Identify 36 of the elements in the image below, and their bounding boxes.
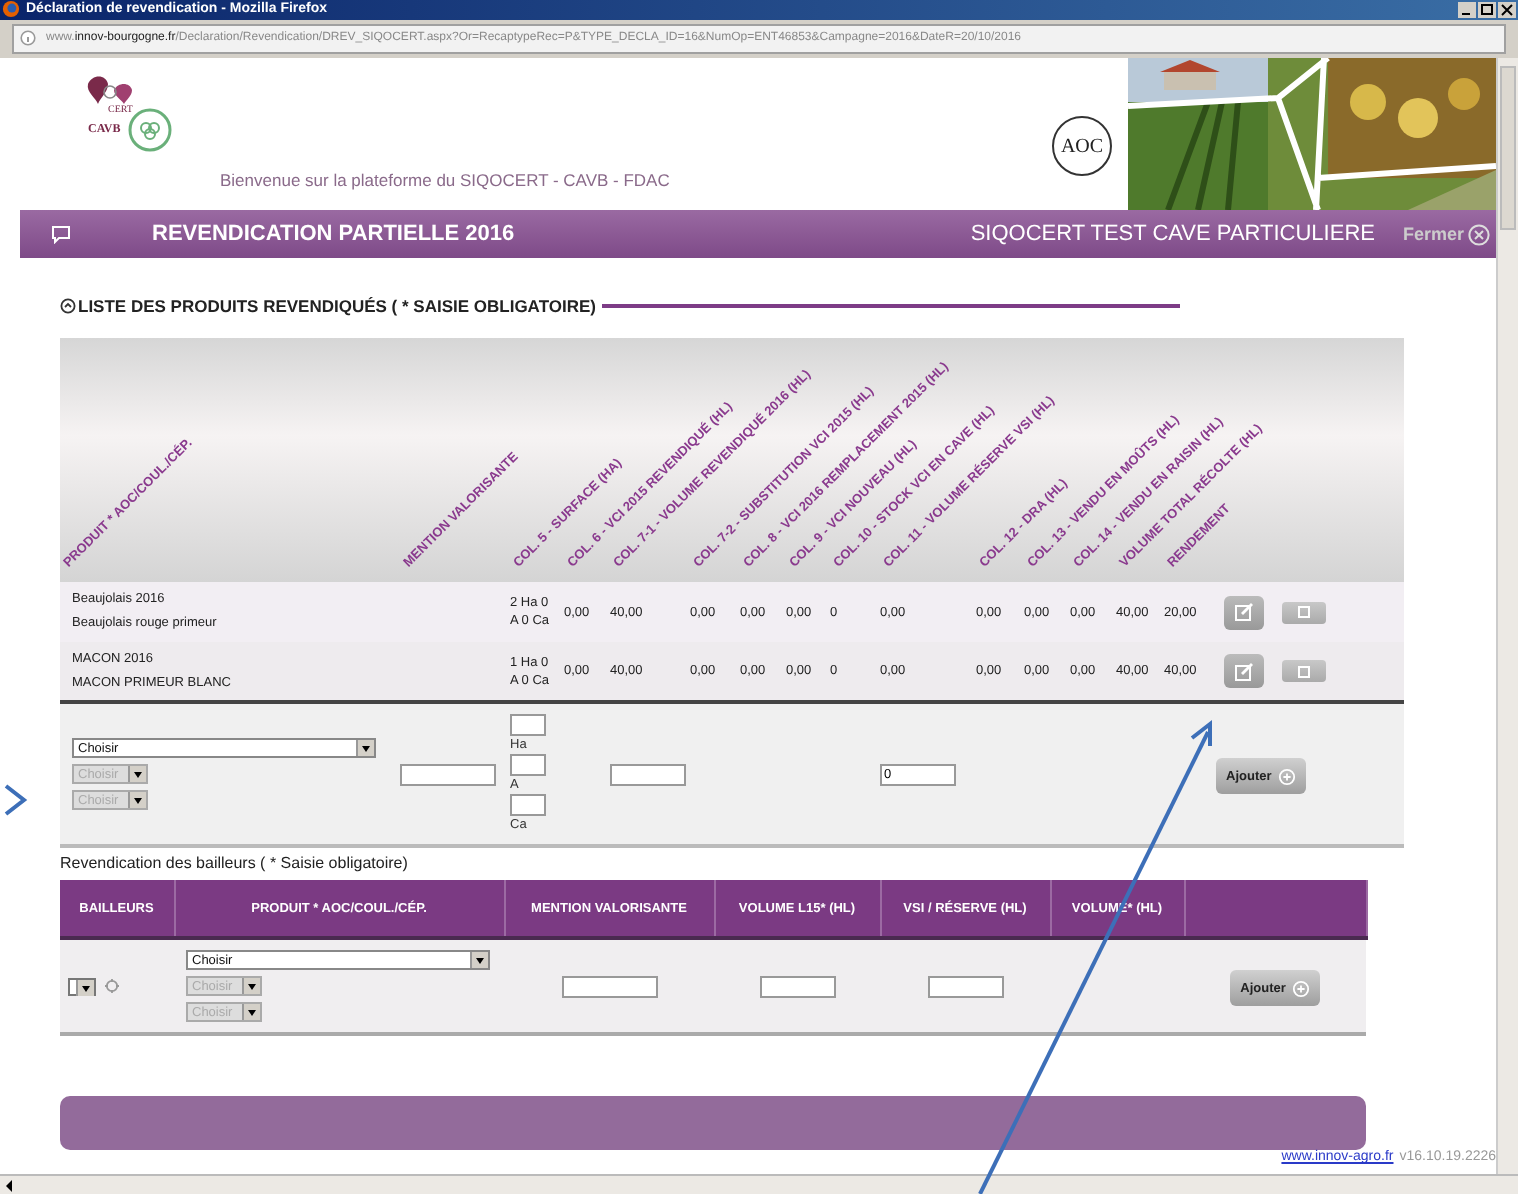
collapse-icon[interactable]	[60, 298, 76, 315]
gear-icon[interactable]	[104, 978, 120, 995]
operator-name: SIQOCERT TEST CAVE PARTICULIERE	[970, 222, 1375, 247]
browser-icon	[2, 0, 20, 19]
seal-logo: AOC	[1052, 116, 1113, 177]
input-field[interactable]	[759, 975, 835, 998]
close-icon[interactable]	[1498, 1, 1516, 18]
section-title: Revendication des bailleurs ( * Saisie obligatoire)	[60, 854, 410, 877]
input-field[interactable]	[561, 975, 657, 998]
welcome-text: Bienvenue sur la plateforme du SIQOCERT - CAVB - FDAC	[220, 170, 672, 195]
info-icon[interactable]	[20, 30, 36, 47]
square-icon	[1297, 606, 1309, 619]
delete-button[interactable]	[1281, 660, 1325, 683]
pencil-icon	[1233, 602, 1253, 623]
grapes-logo-icon	[128, 108, 173, 153]
dropdown[interactable]	[68, 977, 96, 996]
input-field[interactable]	[400, 763, 496, 786]
input-field[interactable]	[510, 754, 546, 777]
input-field[interactable]	[510, 714, 546, 737]
add-icon	[1277, 767, 1296, 786]
edit-button[interactable]	[1223, 654, 1263, 689]
section-title: LISTE DES PRODUITS REVENDIQUÉS ( * SAISIE OBLIGATOIRE)	[78, 296, 596, 317]
edit-button[interactable]	[1223, 595, 1263, 630]
page-title: REVENDICATION PARTIELLE 2016	[152, 222, 515, 247]
maximize-icon[interactable]	[1478, 1, 1496, 18]
horizontal-scrollbar[interactable]	[0, 1174, 1518, 1194]
delete-button[interactable]	[1281, 601, 1325, 624]
input-field[interactable]	[510, 794, 546, 817]
chat-icon[interactable]	[50, 224, 72, 245]
vertical-scrollbar[interactable]	[1496, 58, 1518, 1175]
pencil-icon	[1233, 661, 1253, 682]
square-icon	[1297, 665, 1309, 678]
add-icon	[1291, 979, 1310, 998]
minimize-icon[interactable]	[1458, 1, 1476, 18]
input-field[interactable]	[927, 975, 1003, 998]
input-field[interactable]	[610, 763, 686, 786]
